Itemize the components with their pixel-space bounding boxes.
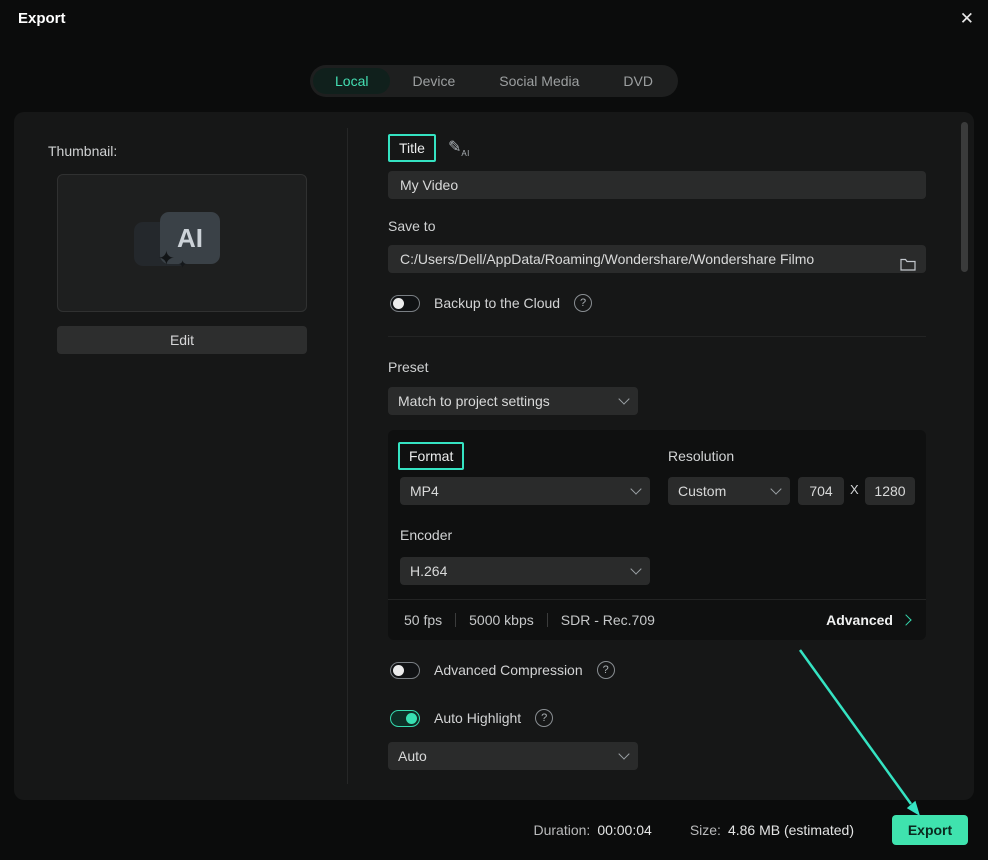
tab-local[interactable]: Local <box>313 68 391 94</box>
preset-label: Preset <box>388 359 429 375</box>
format-dropdown[interactable]: MP4 <box>400 477 650 505</box>
chevron-down-icon <box>630 483 642 495</box>
auto-highlight-value: Auto <box>398 748 427 764</box>
help-icon[interactable]: ? <box>574 294 593 312</box>
resolution-dropdown[interactable]: Custom <box>668 477 790 505</box>
preset-value: Match to project settings <box>398 393 550 409</box>
format-section: Format MP4 Resolution Custom 704 X 1280 … <box>388 430 926 640</box>
chevron-down-icon <box>618 393 630 405</box>
export-target-tabs: Local Device Social Media DVD <box>310 65 678 97</box>
save-path-input[interactable]: C:/Users/Dell/AppData/Roaming/Wondershar… <box>388 245 926 273</box>
width-input[interactable]: 704 <box>798 477 844 505</box>
edit-thumbnail-button[interactable]: Edit <box>57 326 307 354</box>
advanced-compression-row: Advanced Compression ? <box>390 661 615 679</box>
encoder-dropdown[interactable]: H.264 <box>400 557 650 585</box>
encoder-value: H.264 <box>410 563 448 579</box>
scrollbar-thumb[interactable] <box>961 122 968 272</box>
backup-row: Backup to the Cloud ? <box>390 294 593 312</box>
advanced-compression-toggle[interactable] <box>390 661 420 679</box>
column-divider <box>347 128 348 784</box>
divider <box>455 613 457 627</box>
title-input[interactable]: My Video <box>388 171 926 199</box>
resolution-value: Custom <box>678 483 727 499</box>
dialog-title: Export <box>18 10 66 27</box>
backup-cloud-toggle[interactable] <box>390 294 420 312</box>
toggle-knob <box>393 664 404 676</box>
thumbnail-preview[interactable]: AI ✦ ✦ <box>57 174 307 312</box>
duration-value: 00:00:04 <box>597 822 652 838</box>
auto-highlight-label: Auto Highlight <box>434 710 522 726</box>
folder-icon[interactable] <box>900 252 916 273</box>
export-settings-panel: Thumbnail: AI ✦ ✦ Edit Title ✎AI My Vide… <box>14 112 974 800</box>
advanced-compression-label: Advanced Compression <box>434 662 583 678</box>
chevron-down-icon <box>630 563 642 575</box>
auto-highlight-dropdown[interactable]: Auto <box>388 742 638 770</box>
tab-dvd[interactable]: DVD <box>601 68 675 94</box>
save-path-value: C:/Users/Dell/AppData/Roaming/Wondershar… <box>400 251 815 267</box>
toggle-knob <box>406 712 417 724</box>
toggle-knob <box>393 297 404 309</box>
divider <box>546 613 548 627</box>
resolution-label: Resolution <box>668 448 735 464</box>
auto-highlight-toggle[interactable] <box>390 709 420 727</box>
backup-cloud-label: Backup to the Cloud <box>434 295 561 311</box>
ai-logo: AI ✦ ✦ <box>134 210 230 276</box>
thumbnail-label: Thumbnail: <box>48 143 118 159</box>
annotation-box-format: Format <box>398 442 465 470</box>
size-value: 4.86 MB (estimated) <box>727 822 854 838</box>
size-label: Size: <box>689 822 721 838</box>
advanced-settings-link[interactable]: Advanced <box>826 612 912 628</box>
annotation-box-title: Title <box>388 134 436 162</box>
fps-value: 50 fps <box>404 612 443 628</box>
stream-info-row: 50 fps 5000 kbps SDR - Rec.709 Advanced <box>388 600 926 640</box>
export-button[interactable]: Export <box>892 815 968 845</box>
section-divider <box>388 336 926 337</box>
height-input[interactable]: 1280 <box>865 477 915 505</box>
help-icon[interactable]: ? <box>596 661 615 679</box>
bitrate-value: 5000 kbps <box>469 612 534 628</box>
colorspace-value: SDR - Rec.709 <box>560 612 655 628</box>
encoder-label: Encoder <box>400 527 453 543</box>
close-icon[interactable]: ✕ <box>960 8 974 30</box>
format-value: MP4 <box>410 483 439 499</box>
chevron-right-icon <box>900 614 912 626</box>
title-row: Title ✎AI <box>388 134 470 162</box>
chevron-down-icon <box>618 748 630 760</box>
save-to-label: Save to <box>388 218 436 234</box>
tab-social-media[interactable]: Social Media <box>477 68 601 94</box>
ai-rename-icon[interactable]: ✎AI <box>448 137 470 158</box>
dimension-separator: X <box>850 482 859 497</box>
tab-device[interactable]: Device <box>390 68 477 94</box>
help-icon[interactable]: ? <box>535 709 554 727</box>
duration-label: Duration: <box>533 822 591 838</box>
advanced-label: Advanced <box>826 612 893 628</box>
auto-highlight-row: Auto Highlight ? <box>390 709 554 727</box>
chevron-down-icon <box>770 483 782 495</box>
size-info: Size: 4.86 MB (estimated) <box>690 822 854 838</box>
preset-dropdown[interactable]: Match to project settings <box>388 387 638 415</box>
footer-bar: Duration: 00:00:04 Size: 4.86 MB (estima… <box>0 800 988 860</box>
duration-info: Duration: 00:00:04 <box>534 822 652 838</box>
sparkle-icon: ✦ <box>178 259 188 271</box>
sparkle-icon: ✦ <box>158 248 175 270</box>
export-dialog: Export ✕ Local Device Social Media DVD T… <box>0 0 988 860</box>
